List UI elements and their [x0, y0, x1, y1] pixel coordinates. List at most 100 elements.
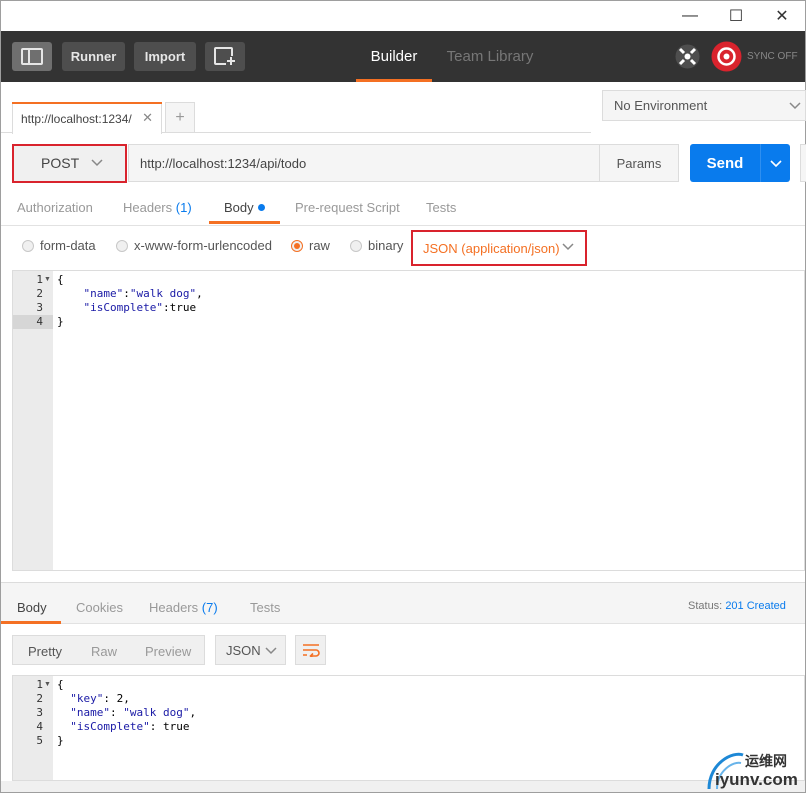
code-token: :true — [162, 301, 197, 314]
watermark-text-cn: 运维网 — [745, 753, 787, 769]
line-number: 4 — [36, 315, 43, 328]
radio-raw[interactable]: raw — [291, 238, 330, 253]
close-button[interactable]: ✕ — [759, 1, 805, 31]
chevron-down-icon — [91, 159, 103, 167]
radio-circle-icon — [116, 239, 128, 252]
chevron-down-icon — [769, 160, 782, 168]
response-tab-body[interactable]: Body — [17, 600, 47, 615]
tab-body-label: Body — [224, 200, 254, 215]
title-bar: — ☐ ✕ — [1, 1, 805, 31]
new-window-button[interactable] — [205, 42, 245, 71]
code-line: "name":"walk dog", — [57, 287, 203, 301]
environment-value: No Environment — [614, 98, 708, 113]
more-button[interactable] — [800, 144, 806, 182]
code-line: "isComplete": true — [57, 720, 189, 734]
radio-binary[interactable]: binary — [350, 238, 403, 253]
radio-urlencoded[interactable]: x-www-form-urlencoded — [116, 238, 272, 253]
send-button[interactable]: Send — [690, 144, 760, 182]
url-input[interactable]: http://localhost:1234/api/todo — [128, 144, 599, 182]
wrap-lines-button[interactable] — [295, 635, 326, 665]
radio-raw-label: raw — [309, 238, 330, 253]
environment-select[interactable]: No Environment — [602, 90, 806, 121]
tab-prerequest-script[interactable]: Pre-request Script — [295, 200, 400, 215]
code-line: "isComplete":true — [57, 301, 196, 315]
maximize-icon: ☐ — [728, 8, 744, 25]
close-icon: ✕ — [775, 8, 789, 25]
code-token: } — [57, 315, 64, 328]
radio-binary-label: binary — [368, 238, 404, 253]
tab-headers-label: Headers — [123, 200, 173, 215]
request-body-editor[interactable]: 1 ▼ {2 "name":"walk dog", 3 "isComplete":tr… — [12, 270, 805, 571]
view-preview-button[interactable]: Preview — [145, 644, 191, 659]
fold-arrow-icon[interactable]: ▼ — [44, 273, 51, 287]
headers-count: (1) — [175, 200, 192, 215]
sync-button[interactable] — [711, 41, 742, 72]
tab-team-library[interactable]: Team Library — [441, 31, 539, 82]
fold-arrow-icon[interactable]: ▼ — [44, 678, 51, 692]
code-token: , — [196, 287, 203, 300]
modified-dot-icon — [257, 204, 265, 211]
maximize-button[interactable]: ☐ — [713, 1, 759, 31]
sync-status-label: SYNC OFF — [747, 51, 798, 62]
radio-form-data[interactable]: form-data — [22, 238, 96, 253]
code-token: "name" — [57, 287, 124, 300]
params-button[interactable]: Params — [599, 144, 679, 182]
response-status: Status: 201 Created — [688, 600, 786, 612]
request-tab-strip: http://localhost:1234/ ✕ + — [1, 82, 591, 134]
code-token: "walk dog" — [129, 287, 197, 300]
sidebar-icon — [21, 48, 43, 65]
runner-button[interactable]: Runner — [62, 42, 125, 71]
request-tab-label: http://localhost:1234/ — [21, 111, 132, 126]
app-header: Runner Import Builder Team Library — [1, 31, 805, 82]
request-subtabs: Authorization Headers (1) Body Pre-reque… — [1, 190, 805, 226]
import-button[interactable]: Import — [134, 42, 196, 71]
response-tabs: Body Cookies Headers (7) Tests — [1, 583, 805, 624]
sync-off-icon — [711, 41, 742, 72]
sidebar-toggle-button[interactable] — [12, 42, 52, 71]
code-token: { — [57, 678, 64, 691]
code-line: { — [57, 273, 64, 287]
response-tab-tests[interactable]: Tests — [250, 600, 280, 615]
send-options-button[interactable] — [760, 144, 790, 182]
radio-circle-icon — [350, 239, 362, 252]
response-format-select[interactable]: JSON — [215, 635, 286, 665]
view-raw-button[interactable]: Raw — [91, 644, 117, 659]
code-token: "isComplete" — [57, 720, 150, 733]
response-tab-cookies[interactable]: Cookies — [76, 600, 123, 615]
body-type-row: form-data x-www-form-urlencoded raw bina… — [1, 227, 805, 267]
chevron-down-icon — [789, 102, 801, 110]
line-number: 1 — [36, 273, 43, 286]
wrap-icon — [302, 644, 320, 657]
response-headers-count: (7) — [201, 600, 218, 615]
app-window: — ☐ ✕ Runner Import Builder Team Library… — [0, 0, 806, 793]
code-token: : — [123, 287, 130, 300]
add-tab-button[interactable]: + — [165, 102, 195, 133]
tab-body[interactable]: Body — [224, 200, 265, 215]
response-tab-headers[interactable]: Headers (7) — [149, 600, 218, 615]
content-type-select[interactable]: JSON (application/json) — [412, 231, 586, 265]
line-number: 2 — [36, 287, 43, 300]
view-pretty-button[interactable]: Pretty — [28, 644, 62, 659]
interceptor-button[interactable] — [674, 43, 701, 70]
radio-urlencoded-label: x-www-form-urlencoded — [134, 238, 272, 253]
tab-authorization[interactable]: Authorization — [17, 200, 93, 215]
code-token: "key" — [57, 692, 104, 705]
response-body-viewer[interactable]: 1 ▼ {2 "key": 2, 3 "name": "walk dog", 4 "is… — [12, 675, 805, 781]
code-token: : true — [149, 720, 190, 733]
code-token: : 2, — [103, 692, 130, 705]
tab-builder[interactable]: Builder — [356, 31, 432, 82]
tab-tests[interactable]: Tests — [426, 200, 456, 215]
tab-headers[interactable]: Headers (1) — [123, 200, 192, 215]
line-number: 2 — [36, 692, 43, 705]
horizontal-scrollbar[interactable] — [1, 781, 805, 792]
line-number: 1 — [36, 678, 43, 691]
close-tab-icon[interactable]: ✕ — [142, 110, 153, 126]
active-tab-indicator — [209, 221, 280, 224]
response-format-value: JSON — [226, 642, 261, 658]
minimize-button[interactable]: — — [667, 1, 713, 31]
request-tab[interactable]: http://localhost:1234/ ✕ — [12, 102, 162, 134]
method-select[interactable]: POST — [12, 144, 126, 182]
method-value: POST — [41, 155, 80, 171]
code-token: : — [109, 706, 124, 719]
line-number: 4 — [36, 720, 43, 733]
